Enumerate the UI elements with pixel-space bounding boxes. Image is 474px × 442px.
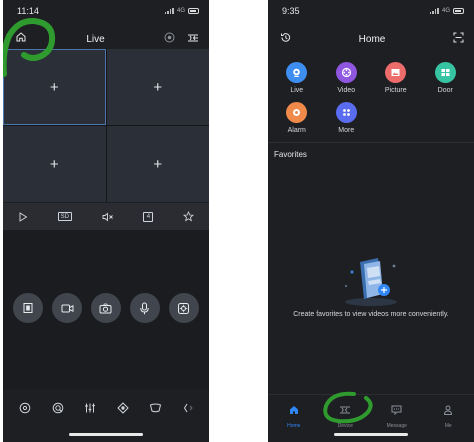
action-button-row [3, 293, 209, 323]
live-screen: 11:14 4G Live + + + + SD 4 [3, 0, 209, 442]
split-count-label: 4 [146, 213, 151, 220]
status-time: 9:35 [282, 6, 300, 16]
home-nav-bar: Home [268, 22, 474, 56]
app-picture[interactable]: Picture [371, 62, 421, 94]
alarm-icon [286, 102, 308, 123]
page-title: Live [86, 33, 105, 45]
favorites-title: Favorites [274, 150, 307, 159]
add-channel-icon[interactable]: + [153, 156, 162, 173]
tab-message[interactable]: Message [377, 402, 417, 442]
status-bar: 11:14 4G [3, 0, 209, 22]
device-list-icon[interactable] [187, 30, 199, 48]
tab-label: Message [386, 423, 407, 429]
snapshot-camera-icon[interactable] [90, 293, 121, 323]
app-door[interactable]: Door [421, 62, 471, 94]
video-cell[interactable]: + [3, 49, 106, 125]
battery-icon [188, 8, 199, 14]
battery-icon [453, 8, 464, 14]
network-label: 4G [176, 8, 185, 14]
live-camera-icon [286, 62, 308, 83]
status-time: 11:14 [17, 6, 39, 16]
picture-icon [385, 62, 407, 83]
ptz-control-icon[interactable] [168, 293, 199, 323]
ptz-toolbar [3, 394, 209, 426]
speaker-muted-icon[interactable] [102, 212, 114, 222]
zoom-icon[interactable] [52, 401, 64, 419]
history-icon[interactable] [280, 30, 291, 48]
app-label: Alarm [287, 127, 306, 134]
home-icon[interactable] [15, 30, 27, 48]
message-tab-icon [391, 402, 402, 420]
app-grid: Live Video Picture Door Alarm More [268, 56, 474, 134]
page-title: Home [358, 33, 386, 45]
record-circle-icon[interactable] [164, 30, 175, 48]
play-icon[interactable] [18, 211, 28, 222]
home-screen: 9:35 4G Home Live Video Picture Door Ala… [268, 0, 474, 442]
empty-favorites-illustration [345, 258, 397, 306]
video-cell[interactable]: + [106, 49, 209, 125]
tab-label: Me [444, 423, 452, 429]
add-channel-icon[interactable]: + [50, 156, 59, 173]
device-tab-icon [339, 402, 351, 420]
tab-label: Home [287, 423, 301, 429]
more-icon[interactable] [183, 401, 193, 419]
status-bar: 9:35 4G [268, 0, 474, 22]
equalizer-icon[interactable] [84, 401, 96, 419]
tab-me[interactable]: Me [428, 402, 468, 442]
app-alarm[interactable]: Alarm [272, 102, 322, 134]
tab-device[interactable]: Device [325, 402, 365, 442]
video-cell[interactable]: + [3, 126, 106, 202]
focus-icon[interactable] [117, 401, 129, 419]
home-indicator [69, 433, 143, 436]
add-channel-icon[interactable]: + [50, 79, 59, 96]
add-channel-icon[interactable]: + [153, 79, 162, 96]
video-grid: + + + + [3, 49, 209, 202]
signal-icon [164, 8, 174, 14]
app-label: Door [437, 87, 453, 94]
star-icon[interactable] [183, 211, 195, 222]
me-tab-icon [443, 402, 453, 420]
tab-label: Device [337, 423, 353, 429]
film-strip-icon[interactable] [13, 293, 44, 323]
tab-home[interactable]: Home [274, 402, 314, 442]
ptz-direction-icon[interactable] [19, 401, 31, 419]
signal-icon [429, 8, 439, 14]
app-label: Picture [384, 87, 407, 94]
app-video[interactable]: Video [322, 62, 372, 94]
app-label: More [338, 127, 355, 134]
network-label: 4G [441, 8, 450, 14]
favorites-empty-message: Create favorites to view videos more con… [293, 311, 449, 318]
home-indicator [334, 433, 408, 436]
microphone-icon[interactable] [129, 293, 160, 323]
split-screen-button[interactable]: 4 [143, 211, 154, 222]
app-label: Live [290, 87, 304, 94]
video-playback-icon [335, 62, 357, 83]
app-live[interactable]: Live [272, 62, 322, 94]
video-cell[interactable]: + [106, 126, 209, 202]
app-label: Video [337, 87, 356, 94]
quality-label: SD [60, 213, 69, 220]
video-record-icon[interactable] [52, 293, 83, 323]
home-tab-icon [289, 402, 299, 420]
scan-icon[interactable] [453, 30, 464, 48]
door-icon [434, 62, 456, 83]
iris-icon[interactable] [149, 401, 162, 419]
app-more[interactable]: More [322, 102, 372, 134]
more-apps-icon [335, 102, 357, 123]
quality-button[interactable]: SD [57, 212, 72, 221]
playback-control-bar: SD 4 [3, 203, 209, 230]
